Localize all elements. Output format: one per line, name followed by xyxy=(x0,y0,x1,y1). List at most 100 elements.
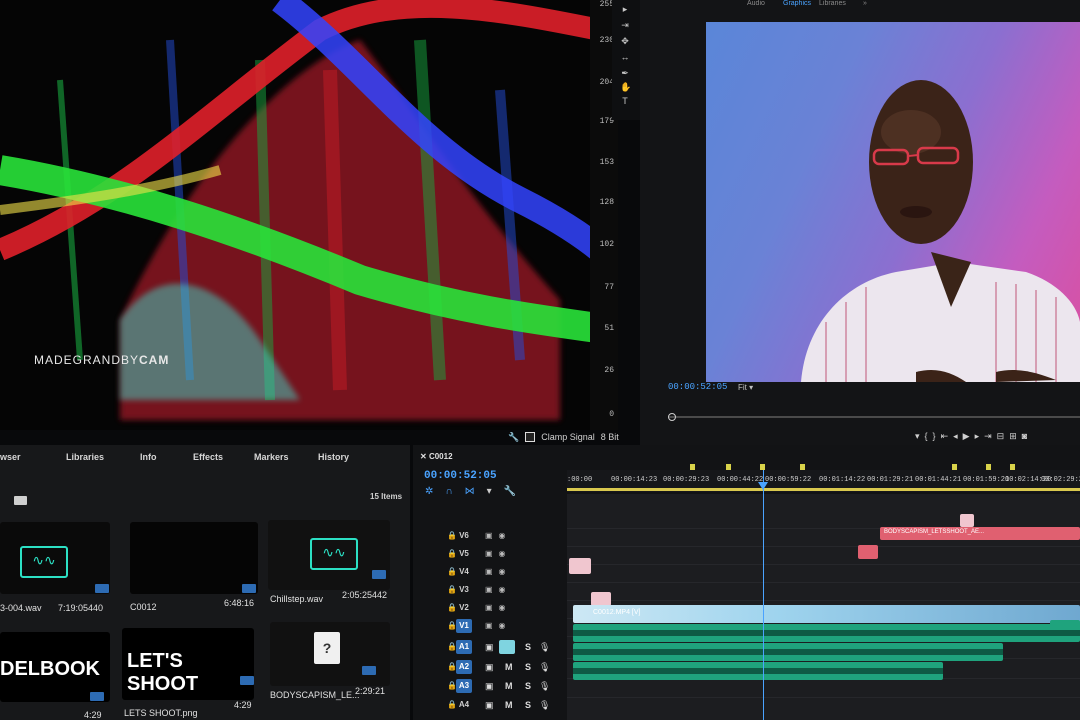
marker-icon[interactable]: ▾ xyxy=(915,431,925,441)
track-toggles[interactable]: ▣◉ xyxy=(485,585,512,594)
playhead[interactable] xyxy=(763,470,764,720)
tab-markers[interactable]: Markers xyxy=(254,452,289,462)
graphic-clip[interactable] xyxy=(960,514,974,527)
mute-button[interactable]: M xyxy=(505,681,513,691)
bit-depth-select[interactable]: 8 Bit xyxy=(601,432,619,442)
tab-graphics[interactable]: Graphics xyxy=(783,0,811,7)
clamp-signal-checkbox[interactable] xyxy=(525,432,536,442)
lane-divider xyxy=(567,697,1080,698)
project-item-audio-2[interactable]: ∿∿ xyxy=(268,520,390,590)
camera-icon[interactable]: ◙ xyxy=(1022,431,1032,441)
track-label[interactable]: A3 xyxy=(456,679,472,693)
track-toggles[interactable]: ▣◉ xyxy=(485,567,512,576)
folder-icon[interactable] xyxy=(14,496,27,505)
type-tool-icon[interactable]: T xyxy=(620,96,630,106)
track-toggles[interactable]: ▣◉ xyxy=(485,531,512,540)
ruler-marker[interactable] xyxy=(690,464,695,470)
track-label[interactable]: V1 xyxy=(456,619,472,633)
graphic-clip[interactable] xyxy=(591,592,611,606)
track-label[interactable]: A4 xyxy=(456,698,472,712)
pen-tool-icon[interactable]: ✒ xyxy=(620,68,630,78)
track-label[interactable]: V4 xyxy=(456,565,472,579)
mute-button[interactable]: M xyxy=(505,700,513,710)
track-toggles[interactable]: ▣◉ xyxy=(485,621,512,630)
more-tabs-icon[interactable]: » xyxy=(863,0,867,7)
ruler-label: 00:01:44:21 xyxy=(915,476,962,484)
track-label[interactable]: V5 xyxy=(456,547,472,561)
track-toggles[interactable]: ▣◉ xyxy=(485,603,512,612)
tab-browser[interactable]: wser xyxy=(0,452,21,462)
project-item-image-1[interactable]: DELBOOK xyxy=(0,632,110,702)
mic-icon[interactable]: 🎙 xyxy=(539,681,550,692)
sync-icon[interactable]: ▣ xyxy=(485,700,494,711)
solo-button[interactable]: S xyxy=(525,700,531,710)
program-timecode[interactable]: 00:00:52:05 xyxy=(668,382,727,392)
tab-libraries[interactable]: Libraries xyxy=(819,0,846,7)
timeline-timecode[interactable]: 00:00:52:05 xyxy=(424,470,497,482)
mute-button[interactable]: M xyxy=(505,662,513,672)
solo-button[interactable]: S xyxy=(525,642,531,652)
selection-tool-icon[interactable]: ▸ xyxy=(620,4,630,14)
mute-toggle-active[interactable] xyxy=(499,640,515,654)
lift-icon[interactable]: ⊟ xyxy=(997,431,1010,441)
step-forward-icon[interactable]: ▸ xyxy=(975,431,985,441)
add-marker-icon[interactable]: ▾ xyxy=(487,486,504,497)
graphic-clip[interactable] xyxy=(858,545,878,559)
scope-footer: 🔧 Clamp Signal 8 Bit xyxy=(508,429,632,445)
zoom-select[interactable]: Fit ▾ xyxy=(738,383,753,392)
ruler-marker[interactable] xyxy=(726,464,731,470)
settings-wrench-icon[interactable]: 🔧 xyxy=(504,486,528,497)
track-label[interactable]: V3 xyxy=(456,583,472,597)
project-item-unknown[interactable]: ? xyxy=(270,622,390,686)
play-icon[interactable]: ▶ xyxy=(963,431,975,441)
tab-history[interactable]: History xyxy=(318,452,349,462)
extract-icon[interactable]: ⊞ xyxy=(1009,431,1022,441)
step-back-icon[interactable]: ◂ xyxy=(953,431,963,441)
work-area-bar[interactable] xyxy=(567,488,1080,491)
project-item-audio-1[interactable]: ∿∿ xyxy=(0,522,110,594)
track-toggles[interactable]: ▣◉ xyxy=(485,549,512,558)
sync-icon[interactable]: ▣ xyxy=(485,662,494,673)
ruler-marker[interactable] xyxy=(952,464,957,470)
project-item-image-2[interactable]: LET'S SHOOT xyxy=(122,628,254,700)
track-label[interactable]: A1 xyxy=(456,640,472,654)
track-label[interactable]: A2 xyxy=(456,660,472,674)
mark-out-icon[interactable]: } xyxy=(933,431,941,441)
tab-audio[interactable]: Audio xyxy=(747,0,765,7)
mic-icon[interactable]: 🎙 xyxy=(539,642,550,653)
video-clip-v1[interactable]: C0012.MP4 [V] xyxy=(573,605,1080,623)
hand-tool-icon[interactable]: ✋ xyxy=(620,82,631,92)
go-to-in-icon[interactable]: ⇤ xyxy=(941,431,954,441)
sync-icon[interactable]: ▣ xyxy=(485,642,494,653)
sequence-tab[interactable]: ✕ C0012 xyxy=(420,452,453,461)
sync-icon[interactable]: ▣ xyxy=(485,681,494,692)
wrench-icon[interactable]: 🔧 xyxy=(508,432,519,443)
mic-icon[interactable]: 🎙 xyxy=(539,700,550,711)
ruler-marker[interactable] xyxy=(1010,464,1015,470)
tab-info[interactable]: Info xyxy=(140,452,157,462)
in-point-icon[interactable] xyxy=(668,413,676,421)
graphic-clip[interactable] xyxy=(569,558,591,574)
lane-divider xyxy=(567,546,1080,547)
track-label[interactable]: V6 xyxy=(456,529,472,543)
project-item-video[interactable] xyxy=(130,522,258,594)
mark-in-icon[interactable]: { xyxy=(925,431,933,441)
snap-icon[interactable]: ∩ xyxy=(445,486,464,497)
tab-effects[interactable]: Effects xyxy=(193,452,223,462)
slip-tool-icon[interactable]: ↔ xyxy=(620,52,630,62)
solo-button[interactable]: S xyxy=(525,662,531,672)
ripple-edit-icon[interactable]: ✥ xyxy=(620,36,630,46)
graphic-clip-v5[interactable]: BODYSCAPISM_LETSSHOOT_AE... xyxy=(880,527,1080,540)
track-select-icon[interactable]: ⇥ xyxy=(620,20,630,30)
mic-icon[interactable]: 🎙 xyxy=(539,662,550,673)
track-label[interactable]: V2 xyxy=(456,601,472,615)
linked-selection-icon[interactable]: ⋈ xyxy=(465,486,487,497)
ruler-marker[interactable] xyxy=(800,464,805,470)
solo-button[interactable]: S xyxy=(525,681,531,691)
track-header-v2: 🔒 V2 ▣◉ xyxy=(413,601,567,618)
tab-libraries[interactable]: Libraries xyxy=(66,452,104,462)
ruler-marker[interactable] xyxy=(986,464,991,470)
nest-icon[interactable]: ✲ xyxy=(425,486,445,497)
go-to-out-icon[interactable]: ⇥ xyxy=(984,431,997,441)
program-scrubber[interactable] xyxy=(668,416,1080,418)
